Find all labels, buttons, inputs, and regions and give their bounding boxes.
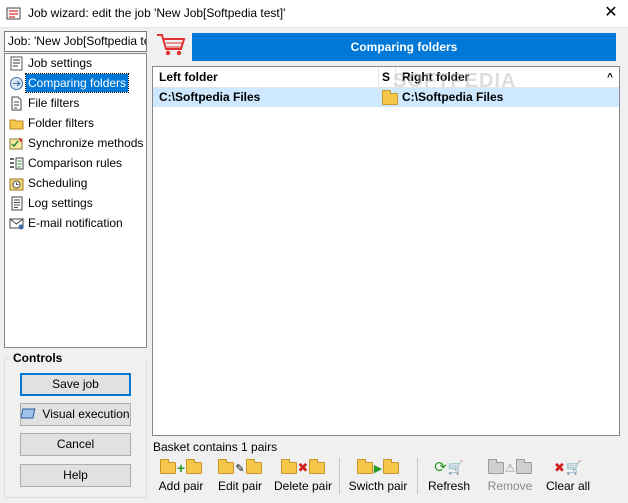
folder-icon: [382, 90, 398, 111]
title-bar: Job wizard: edit the job 'New Job[Softpe…: [0, 0, 628, 28]
remove-button[interactable]: ⚠ Remove: [482, 459, 538, 497]
close-icon[interactable]: ✕: [594, 0, 628, 28]
wizard-nav: Job settings Comparing folders File filt…: [4, 53, 147, 348]
nav-item-log-settings[interactable]: Log settings: [5, 194, 146, 214]
add-pair-button[interactable]: + Add pair: [154, 459, 208, 497]
delete-pair-icon: ✖: [272, 459, 334, 477]
sort-ascending-icon: ^: [607, 72, 613, 83]
edit-pair-icon: ✎: [214, 459, 266, 477]
table-row[interactable]: C:\Softpedia Files C:\Softpedia Files: [153, 88, 619, 107]
clear-all-icon: ✖ 🛒: [553, 460, 583, 475]
comparison-rules-icon: [10, 157, 24, 170]
cell-right-folder: C:\Softpedia Files: [402, 90, 504, 104]
nav-item-synchronize-methods[interactable]: Synchronize methods: [5, 134, 146, 154]
clear-all-button[interactable]: ✖ 🛒 Clear all: [544, 459, 592, 497]
nav-item-email-notification[interactable]: E-mail notification: [5, 214, 146, 234]
nav-item-folder-filters[interactable]: Folder filters: [5, 114, 146, 134]
app-icon: [6, 7, 21, 20]
cancel-button[interactable]: Cancel: [20, 433, 131, 456]
column-left-folder[interactable]: Left folder: [153, 67, 379, 88]
scheduling-icon: [9, 178, 24, 191]
list-header: Left folder S Right folder ^: [153, 67, 619, 88]
basket-icon: [157, 34, 186, 56]
window-title: Job wizard: edit the job 'New Job[Softpe…: [28, 6, 286, 20]
nav-item-comparison-rules[interactable]: Comparison rules: [5, 154, 146, 174]
email-icon: [9, 218, 24, 230]
basket-status: Basket contains 1 pairs: [153, 440, 278, 454]
help-button[interactable]: Help: [20, 464, 131, 487]
nav-item-file-filters[interactable]: File filters: [5, 94, 146, 114]
column-right-folder[interactable]: Right folder ^: [396, 67, 619, 88]
switch-pair-button[interactable]: ▶ Swicth pair: [346, 459, 410, 497]
switch-pair-icon: ▶: [346, 459, 410, 477]
add-pair-icon: +: [154, 459, 208, 477]
file-filter-icon: [11, 96, 22, 111]
folder-pair-list[interactable]: Left folder S Right folder ^ SOFTPEDIA C…: [152, 66, 620, 436]
remove-icon: ⚠: [482, 459, 538, 477]
column-s[interactable]: S: [379, 67, 396, 88]
nav-item-comparing-folders[interactable]: Comparing folders: [5, 73, 146, 94]
section-banner: Comparing folders: [192, 33, 616, 61]
refresh-icon: ⟳ 🛒: [434, 459, 464, 476]
job-settings-icon: [10, 56, 23, 71]
log-settings-icon: [11, 196, 23, 211]
edit-pair-button[interactable]: ✎ Edit pair: [214, 459, 266, 497]
visual-execution-button[interactable]: Visual execution: [20, 403, 131, 426]
save-job-button[interactable]: Save job: [20, 373, 131, 396]
nav-item-scheduling[interactable]: Scheduling: [5, 174, 146, 194]
window-icon: [21, 408, 36, 419]
controls-title: Controls: [13, 351, 63, 365]
refresh-button[interactable]: ⟳ 🛒 Refresh: [426, 459, 472, 497]
compare-folders-icon: [10, 77, 23, 90]
job-name-field[interactable]: Job: 'New Job[Softpedia tes: [4, 31, 147, 52]
sync-methods-icon: [9, 137, 23, 150]
delete-pair-button[interactable]: ✖ Delete pair: [272, 459, 334, 497]
cell-left-folder: C:\Softpedia Files: [159, 90, 261, 104]
folder-filter-icon: [9, 119, 24, 130]
nav-item-job-settings[interactable]: Job settings: [5, 54, 146, 74]
